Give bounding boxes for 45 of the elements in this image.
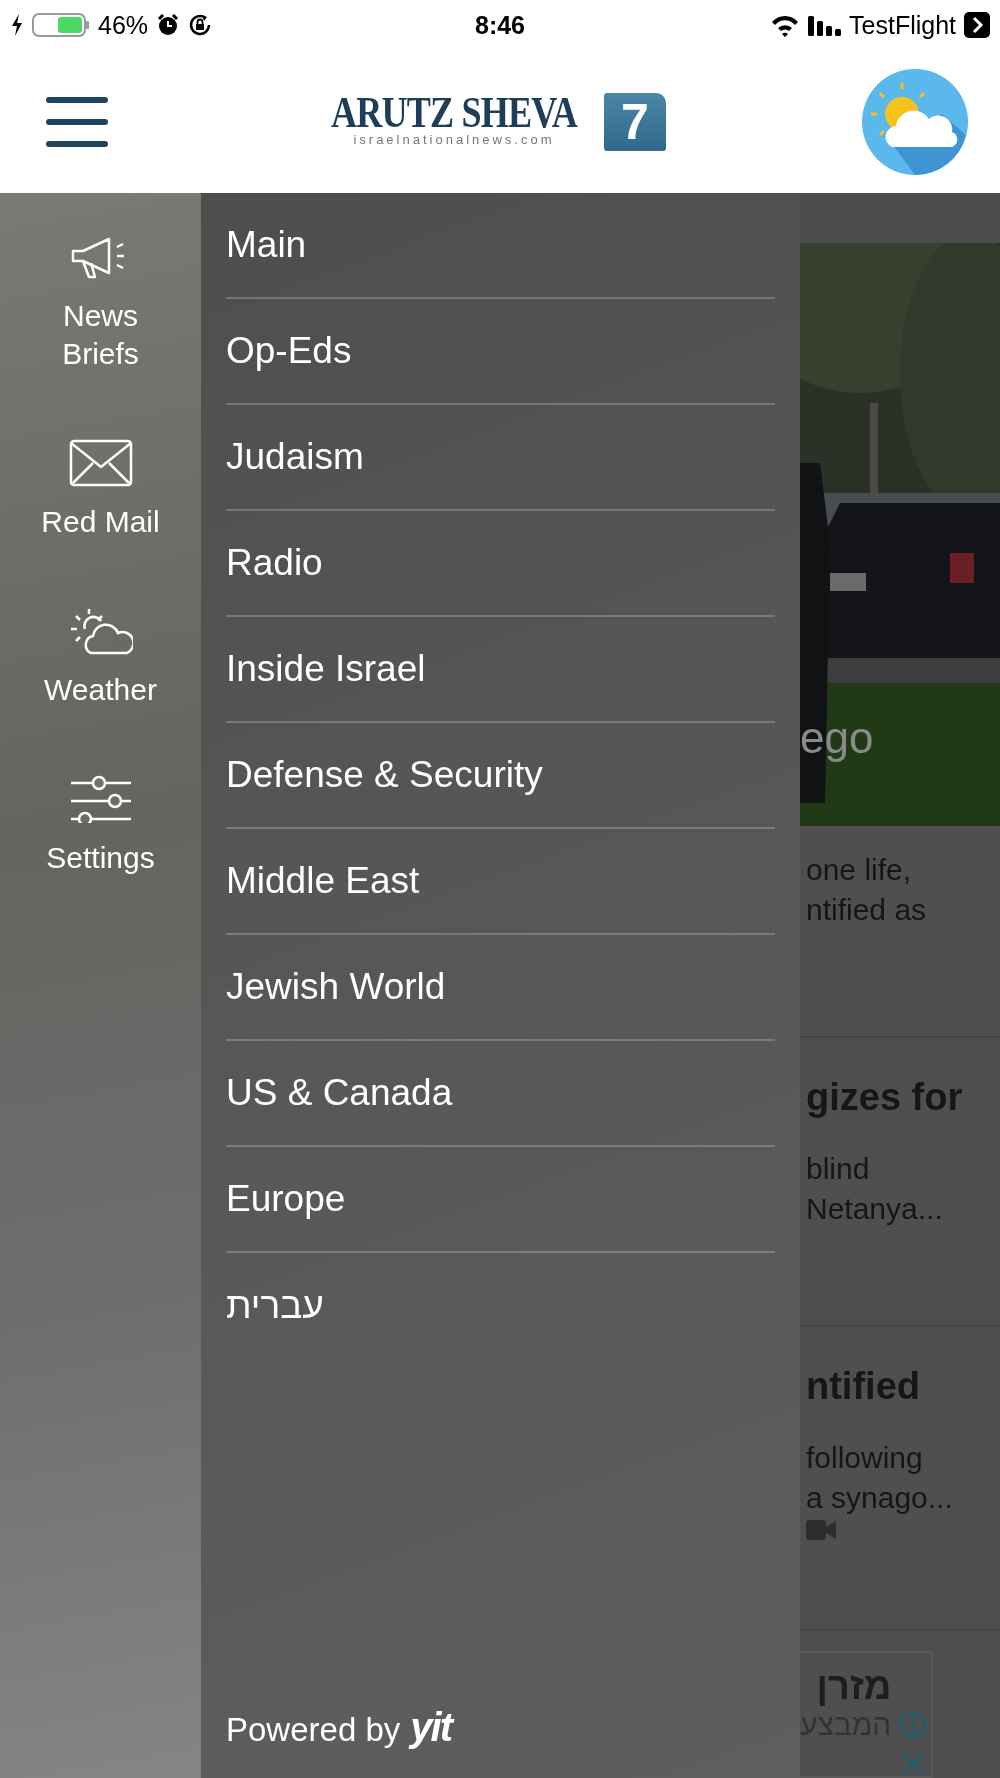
alarm-icon [156,13,181,37]
menu-item[interactable]: Europe [226,1147,775,1253]
menu-item[interactable]: Judaism [226,405,775,511]
rail-item[interactable]: Red Mail [41,439,160,541]
menu-item[interactable]: Jewish World [226,935,775,1041]
back-app-label[interactable]: TestFlight [849,10,956,40]
story-text: ntified as [806,891,928,928]
story-text: Netanya... [806,1191,944,1228]
rail-item[interactable]: Weather [44,607,157,709]
story-text: a synago... [806,1479,954,1516]
menu-item[interactable]: Op-Eds [226,299,775,405]
info-icon [899,1710,927,1739]
menu-icon[interactable] [46,96,108,147]
rail-item[interactable]: News Briefs [25,233,176,373]
rotation-lock-icon [188,13,213,37]
envelope-icon [68,439,133,487]
menu-item[interactable]: Radio [226,511,775,617]
menu-item[interactable]: Defense & Security [226,723,775,829]
logo-badge: 7 [603,92,666,151]
close-icon [900,1750,926,1777]
powered-by-label: Powered by [226,1711,401,1749]
story-text: following [806,1439,924,1476]
chevron-icon [964,12,990,38]
menu-item[interactable]: עברית [226,1253,775,1359]
menu-item[interactable]: Inside Israel [226,617,775,723]
story-text: blind [806,1151,871,1188]
weather-icon[interactable] [862,68,968,175]
status-time: 8:46 [475,10,526,40]
sun-cloud-icon [68,607,133,655]
menu-item[interactable]: Main [226,193,775,299]
logo-subtitle: israelnationalnews.com [353,132,555,147]
photo-caption: ego [800,712,874,763]
story-text: one life, [806,851,913,888]
story-title: gizes for [806,1076,964,1120]
logo-title: ARUTZ SHEVA [331,92,577,133]
story-title: ntified [806,1364,921,1408]
menu-item[interactable]: Middle East [226,829,775,935]
settings-icon [68,775,133,823]
signal-icon [808,14,842,36]
charging-icon [10,12,24,38]
battery-icon [32,13,90,37]
rail-item[interactable]: Settings [46,775,155,877]
battery-percent: 46% [98,10,149,40]
wifi-icon [770,13,801,37]
menu-item[interactable]: US & Canada [226,1041,775,1147]
